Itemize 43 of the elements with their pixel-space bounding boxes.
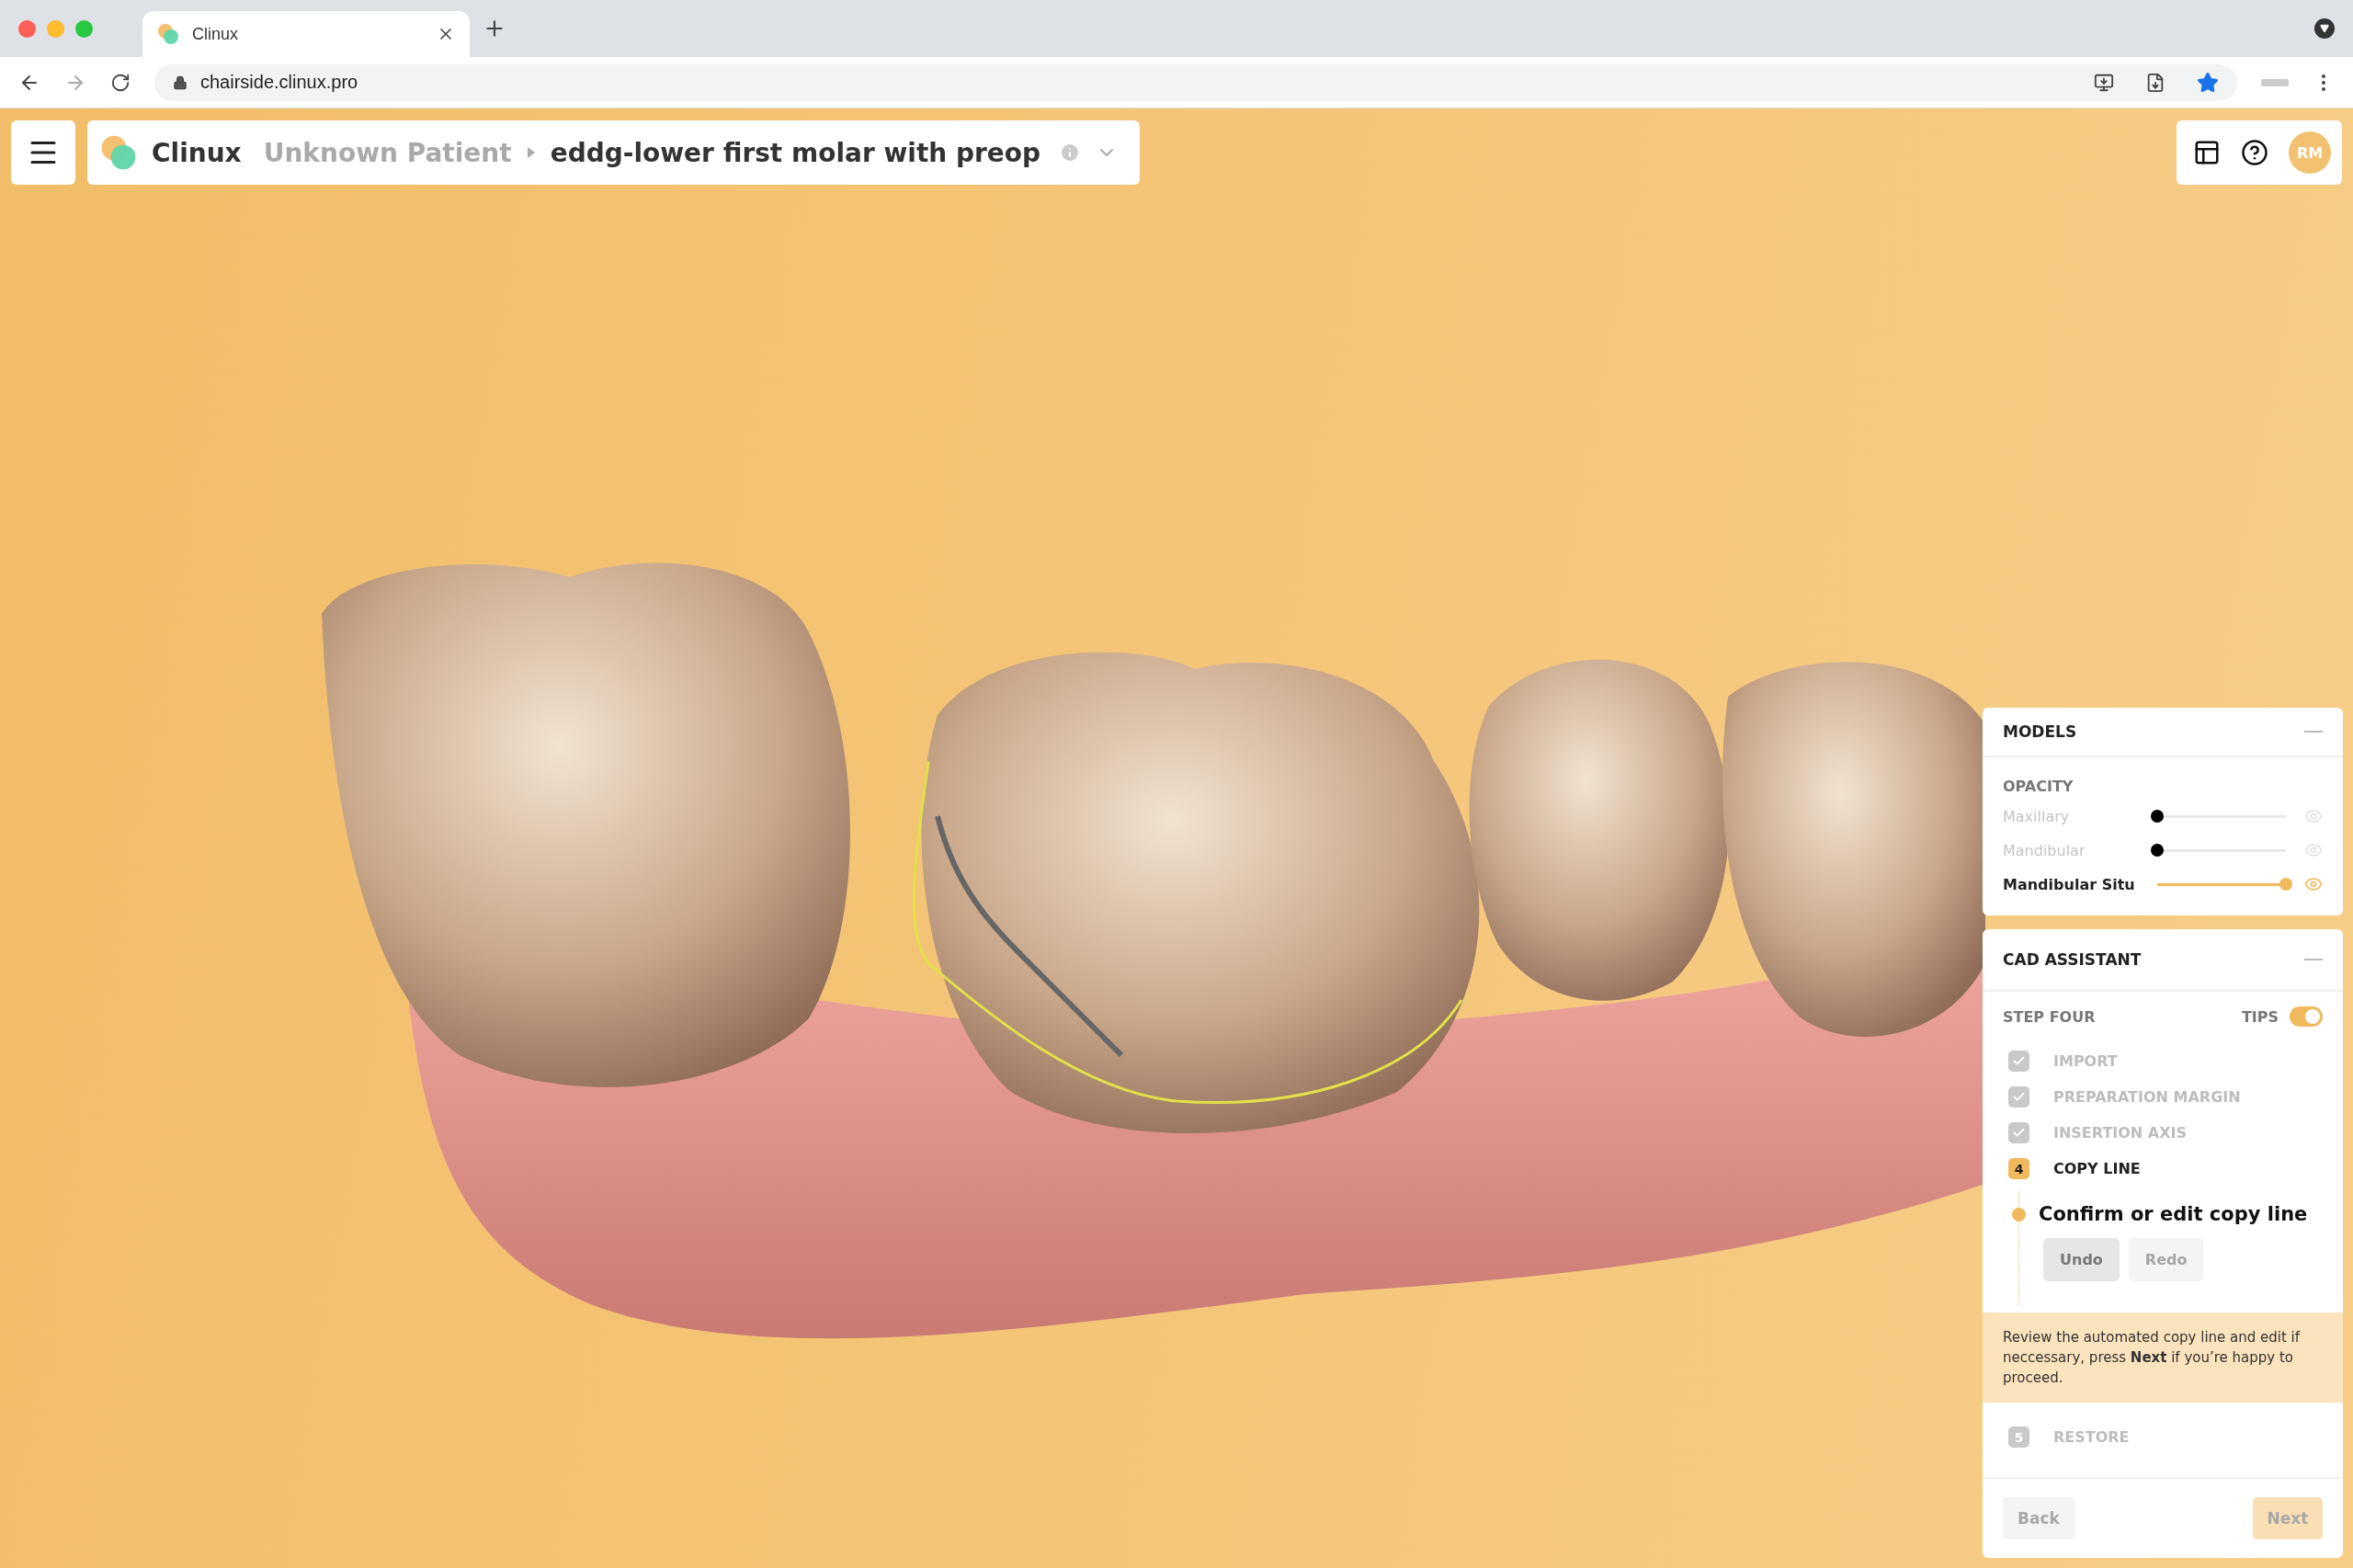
- caret-icon: [526, 147, 536, 158]
- slider-thumb[interactable]: [2151, 810, 2164, 823]
- help-icon[interactable]: [2241, 139, 2268, 166]
- panel-title: CAD ASSISTANT: [2003, 950, 2142, 969]
- tips-toggle[interactable]: [2290, 1006, 2323, 1027]
- model-label: Mandibular: [2003, 841, 2086, 859]
- step-label: COPY LINE: [2053, 1160, 2141, 1177]
- panel-title: MODELS: [2003, 722, 2077, 741]
- logo-icon: [100, 134, 137, 171]
- logo-icon: [157, 23, 179, 45]
- step-label: PREPARATION MARGIN: [2053, 1088, 2241, 1106]
- step-number: 4: [2008, 1158, 2029, 1179]
- lock-icon: [173, 74, 188, 90]
- url-text: chairside.clinux.pro: [200, 72, 359, 93]
- case-name: eddg-lower first molar with preop: [550, 137, 1041, 168]
- tab-title: Clinux: [192, 24, 240, 44]
- step-label: RESTORE: [2053, 1428, 2130, 1446]
- user-avatar[interactable]: RM: [2289, 131, 2331, 174]
- address-bar[interactable]: chairside.clinux.pro: [154, 63, 2237, 101]
- close-window-button[interactable]: [18, 19, 36, 38]
- tab-search-icon[interactable]: [2314, 18, 2335, 39]
- step-label: INSERTION AXIS: [2053, 1124, 2188, 1142]
- file-download-icon[interactable]: [2145, 72, 2165, 93]
- task-title: Confirm or edit copy line: [2039, 1203, 2308, 1225]
- browser-tab[interactable]: Clinux: [142, 11, 470, 57]
- step-title: STEP FOUR: [2003, 1007, 2096, 1026]
- model-label: Mandibular Situ: [2003, 875, 2136, 893]
- star-icon[interactable]: [2197, 71, 2219, 94]
- brand-name: Clinux: [152, 137, 242, 168]
- section-label: OPACITY: [2003, 778, 2075, 795]
- menu-button[interactable]: [11, 120, 75, 185]
- layout-icon[interactable]: [2193, 139, 2221, 166]
- action-button[interactable]: Undo: [2043, 1238, 2120, 1281]
- tips-label: TIPS: [2241, 1007, 2279, 1026]
- slider-thumb[interactable]: [2151, 844, 2164, 857]
- patient-link[interactable]: Unknown Patient: [263, 137, 512, 168]
- reload-icon[interactable]: [110, 72, 131, 93]
- slider-thumb[interactable]: [2279, 878, 2292, 891]
- tip-text: Review the automated copy line and edit if neccessary, press Next if you’re happy to proceed.: [1983, 1312, 2343, 1403]
- step-dot: [2012, 1207, 2026, 1221]
- install-icon[interactable]: [2094, 72, 2114, 93]
- step-label: IMPORT: [2053, 1052, 2118, 1070]
- model-label: Maxillary: [2003, 807, 2071, 825]
